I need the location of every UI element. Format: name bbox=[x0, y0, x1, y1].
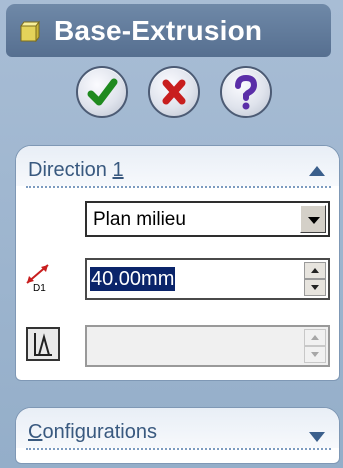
draft-angle-input bbox=[85, 325, 330, 367]
feature-title: Base-Extrusion bbox=[54, 15, 263, 46]
x-icon bbox=[162, 79, 186, 105]
draft-icon bbox=[34, 333, 52, 356]
direction1-panel: Direction 1 Plan milieu D1 40.00mm bbox=[15, 145, 340, 381]
end-condition-value: Plan milieu bbox=[93, 209, 186, 230]
direction1-title: Direction 1 bbox=[28, 159, 124, 181]
depth-dimension-icon: D1 bbox=[26, 264, 49, 293]
extrusion-feature-icon bbox=[20, 20, 40, 42]
help-button[interactable] bbox=[220, 66, 272, 118]
configurations-header[interactable]: Configurations bbox=[16, 408, 339, 448]
collapse-up-icon[interactable] bbox=[309, 166, 325, 176]
configurations-title: Configurations bbox=[28, 421, 157, 443]
expand-down-icon[interactable] bbox=[309, 432, 325, 442]
divider bbox=[26, 186, 331, 188]
direction1-header[interactable]: Direction 1 bbox=[16, 146, 339, 186]
depth-spinner[interactable] bbox=[304, 262, 326, 296]
dropdown-button[interactable] bbox=[300, 205, 326, 233]
feature-property-manager: Base-Extrusion Direction 1 Plan milieu D… bbox=[0, 0, 343, 468]
draft-toggle-button[interactable] bbox=[26, 327, 60, 361]
depth-input[interactable]: 40.00mm bbox=[85, 258, 330, 300]
end-condition-select[interactable]: Plan milieu bbox=[85, 201, 330, 237]
divider bbox=[26, 448, 331, 450]
draft-spinner bbox=[304, 329, 326, 363]
spin-down-button bbox=[304, 346, 326, 363]
depth-value[interactable]: 40.00mm bbox=[90, 267, 176, 291]
checkmark-icon bbox=[87, 78, 118, 106]
property-manager-titlebar: Base-Extrusion bbox=[6, 4, 331, 57]
ok-button[interactable] bbox=[76, 66, 128, 118]
question-icon bbox=[235, 74, 258, 110]
cancel-button[interactable] bbox=[148, 66, 200, 118]
svg-text:D1: D1 bbox=[33, 283, 46, 293]
spin-up-button[interactable] bbox=[304, 262, 326, 279]
spin-up-button bbox=[304, 329, 326, 346]
spin-down-button[interactable] bbox=[304, 279, 326, 296]
configurations-panel: Configurations bbox=[15, 407, 340, 464]
